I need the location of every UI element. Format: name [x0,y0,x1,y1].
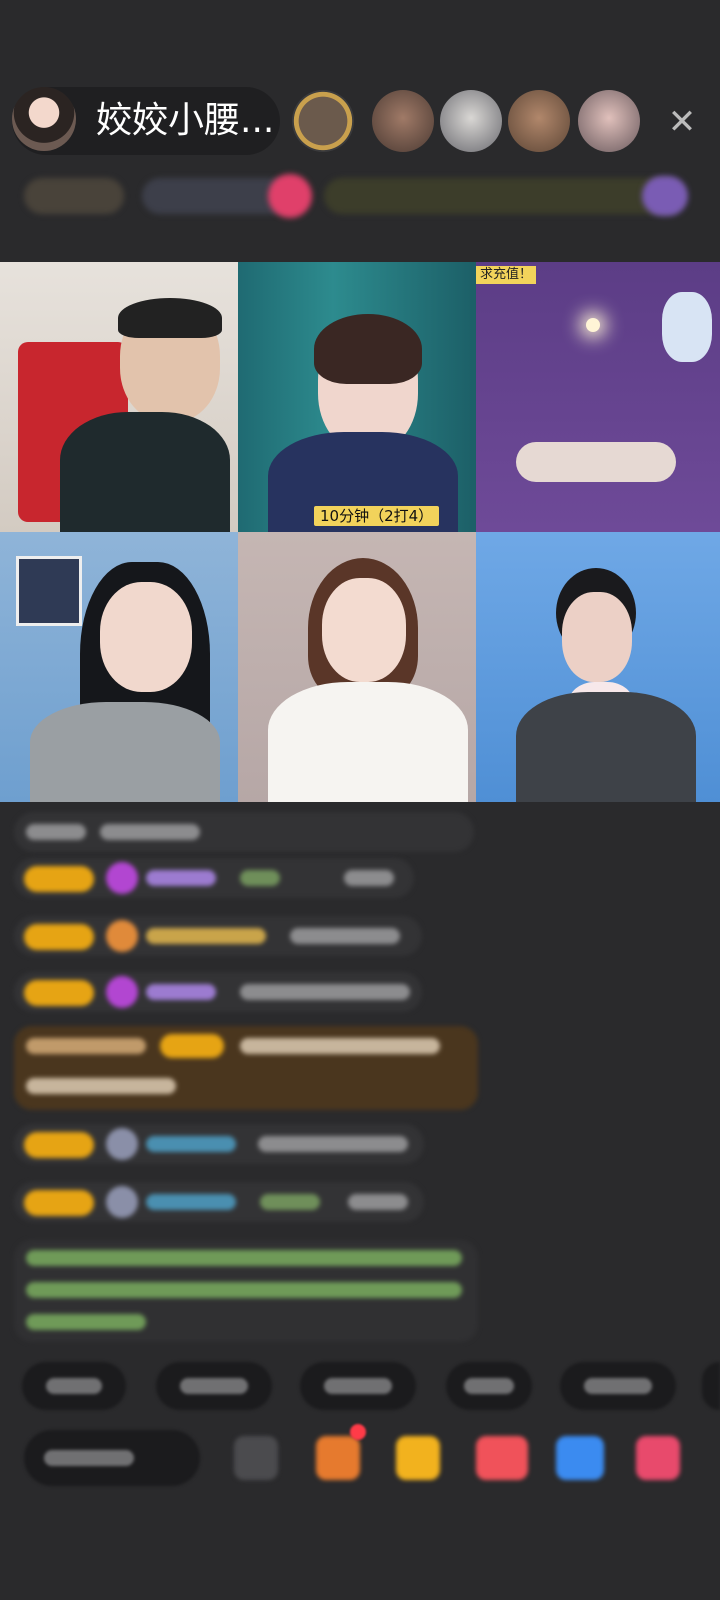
user-avatar [106,976,138,1008]
shop-icon[interactable] [476,1436,528,1480]
chat-input[interactable] [24,1430,200,1486]
user-avatar [106,862,138,894]
user-avatar [106,1186,138,1218]
hot-rank-chip[interactable] [24,178,124,214]
fan-badge [24,866,94,892]
room-tags-chip[interactable] [324,178,684,214]
viewer-avatar[interactable] [578,90,640,152]
fan-badge [24,980,94,1006]
quick-reply-chip[interactable] [156,1362,272,1410]
fan-badge [24,1190,94,1216]
highlight-message [14,1026,478,1110]
top-viewer-avatar[interactable] [292,90,354,152]
guest-video-tile[interactable]: 求充值！ [476,262,720,532]
room-info-bar [24,170,700,222]
quick-reply-chip[interactable] [300,1362,416,1410]
viewer-avatar[interactable] [440,90,502,152]
host-avatar[interactable] [12,87,76,151]
quick-reply-chip[interactable] [22,1362,126,1410]
viewer-avatar[interactable] [508,90,570,152]
multi-guest-video-grid: 10分钟（2打4） 求充值！ [0,262,720,802]
guest-video-tile[interactable] [476,532,720,802]
game-icon[interactable] [556,1436,604,1480]
quick-reply-chip[interactable] [446,1362,532,1410]
quick-reply-chip[interactable] [702,1362,720,1410]
emoji-icon[interactable] [234,1436,278,1480]
more-icon[interactable] [636,1436,680,1480]
system-notice [14,1240,478,1342]
gift-box-icon[interactable] [396,1436,440,1480]
chat-message [14,858,414,898]
fan-badge [24,924,94,950]
viewer-avatar[interactable] [372,90,434,152]
guest-video-tile[interactable] [0,262,238,532]
activity-icon[interactable] [268,174,312,218]
gift-icon[interactable] [316,1436,360,1480]
guest-video-tile[interactable] [238,532,476,802]
guest-tile-caption: 求充值！ [476,266,537,284]
user-avatar [106,920,138,952]
chat-message [14,1124,424,1164]
notification-dot [350,1424,366,1440]
guest-video-tile[interactable]: 10分钟（2打4） [238,262,476,532]
chat-message [14,1182,424,1222]
quick-reply-chip[interactable] [560,1362,676,1410]
fan-badge [24,1132,94,1158]
guest-video-tile[interactable] [0,532,238,802]
guest-tile-caption: 10分钟（2打4） [314,506,440,526]
chat-message [14,812,474,852]
user-avatar [106,1128,138,1160]
event-icon[interactable] [642,176,688,216]
chat-message [14,916,422,956]
host-name[interactable]: 姣姣小腰... [96,98,274,144]
close-icon[interactable]: ✕ [664,104,700,140]
chat-message [14,972,422,1012]
